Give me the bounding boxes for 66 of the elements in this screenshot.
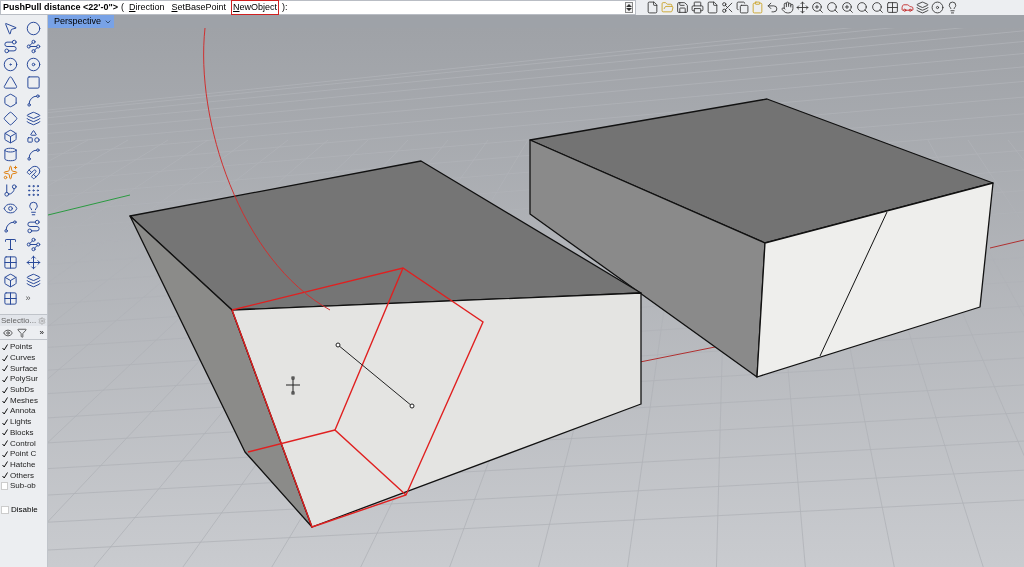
filter-tab-icon[interactable] — [17, 327, 27, 338]
filter-checkbox[interactable] — [1, 418, 8, 427]
cut-icon[interactable] — [721, 1, 734, 14]
filter-checkbox[interactable] — [1, 460, 8, 469]
filter-label: Point C — [10, 448, 37, 461]
pointer-icon[interactable] — [3, 21, 18, 36]
filter-checkbox[interactable] — [1, 343, 8, 352]
circle-icon[interactable] — [3, 57, 18, 72]
filter-label: Lights — [10, 416, 32, 429]
filter-label: Control — [10, 437, 36, 450]
filter-checkbox[interactable] — [1, 439, 8, 448]
disable-label: Disable — [11, 503, 38, 516]
filter-checkbox[interactable] — [1, 396, 8, 405]
filter-label: Blocks — [10, 426, 34, 439]
layers-icon[interactable] — [916, 1, 929, 14]
filter-label: Others — [10, 469, 34, 482]
filter-label: Surface — [10, 362, 38, 375]
copy-icon[interactable] — [736, 1, 749, 14]
undo-icon[interactable] — [766, 1, 779, 14]
text-icon[interactable] — [3, 237, 18, 252]
triangle-icon[interactable] — [3, 75, 18, 90]
filter-label: Annota — [10, 405, 36, 418]
command-option[interactable]: SetBasePoint — [169, 0, 229, 16]
filter-checkbox[interactable] — [1, 428, 8, 437]
panel-title: Selectio... — [1, 314, 37, 327]
filter-checkbox[interactable] — [1, 407, 8, 416]
filter-label: Curves — [10, 352, 36, 365]
viewport-layout-icon[interactable] — [886, 1, 899, 14]
new-file-icon[interactable] — [646, 1, 659, 14]
filter-label: Points — [10, 341, 33, 354]
zoom-icon[interactable] — [811, 1, 824, 14]
filter-checkbox[interactable] — [1, 450, 8, 459]
command-paren: ): — [282, 0, 288, 14]
filter-label: Hatche — [10, 458, 36, 471]
curve-icon[interactable] — [25, 93, 41, 108]
filter-label: Meshes — [10, 394, 38, 407]
rectangle-icon[interactable] — [25, 75, 41, 90]
filter-label: PolySur — [10, 373, 38, 386]
zoom-window-icon[interactable] — [826, 1, 839, 14]
command-option[interactable]: NewObject — [231, 0, 280, 16]
viewport-tab[interactable]: Perspective — [48, 15, 115, 28]
filter-checkbox[interactable] — [1, 364, 8, 373]
spinner-icon[interactable] — [625, 2, 633, 13]
car-icon[interactable] — [901, 1, 914, 14]
filter-checkbox[interactable] — [1, 386, 8, 395]
command-option[interactable]: Direction — [126, 0, 167, 16]
command-paren: ( — [120, 0, 124, 14]
page-icon[interactable] — [706, 1, 719, 14]
print-icon[interactable] — [691, 1, 704, 14]
visibility-tab-icon[interactable] — [3, 327, 13, 338]
disable-checkbox[interactable] — [1, 505, 9, 514]
filter-checkbox[interactable] — [1, 354, 8, 363]
filter-checkbox[interactable] — [1, 471, 8, 480]
pan-icon[interactable] — [781, 1, 794, 14]
more-chevron[interactable]: » — [39, 326, 44, 339]
polygon-icon[interactable] — [3, 93, 18, 108]
filter-checkbox[interactable] — [1, 375, 8, 384]
save-icon[interactable] — [676, 1, 689, 14]
crosshair-cursor — [285, 376, 301, 395]
filter-label: SubDs — [10, 384, 34, 397]
cylinder-icon[interactable] — [3, 147, 18, 162]
filter-label: Sub-ob — [10, 480, 36, 493]
command-prompt: PushPull distance <22'-0"> — [3, 0, 118, 14]
box-icon[interactable] — [3, 129, 18, 144]
more-tools-chevron[interactable]: » — [25, 291, 44, 306]
light-icon[interactable] — [946, 1, 959, 14]
